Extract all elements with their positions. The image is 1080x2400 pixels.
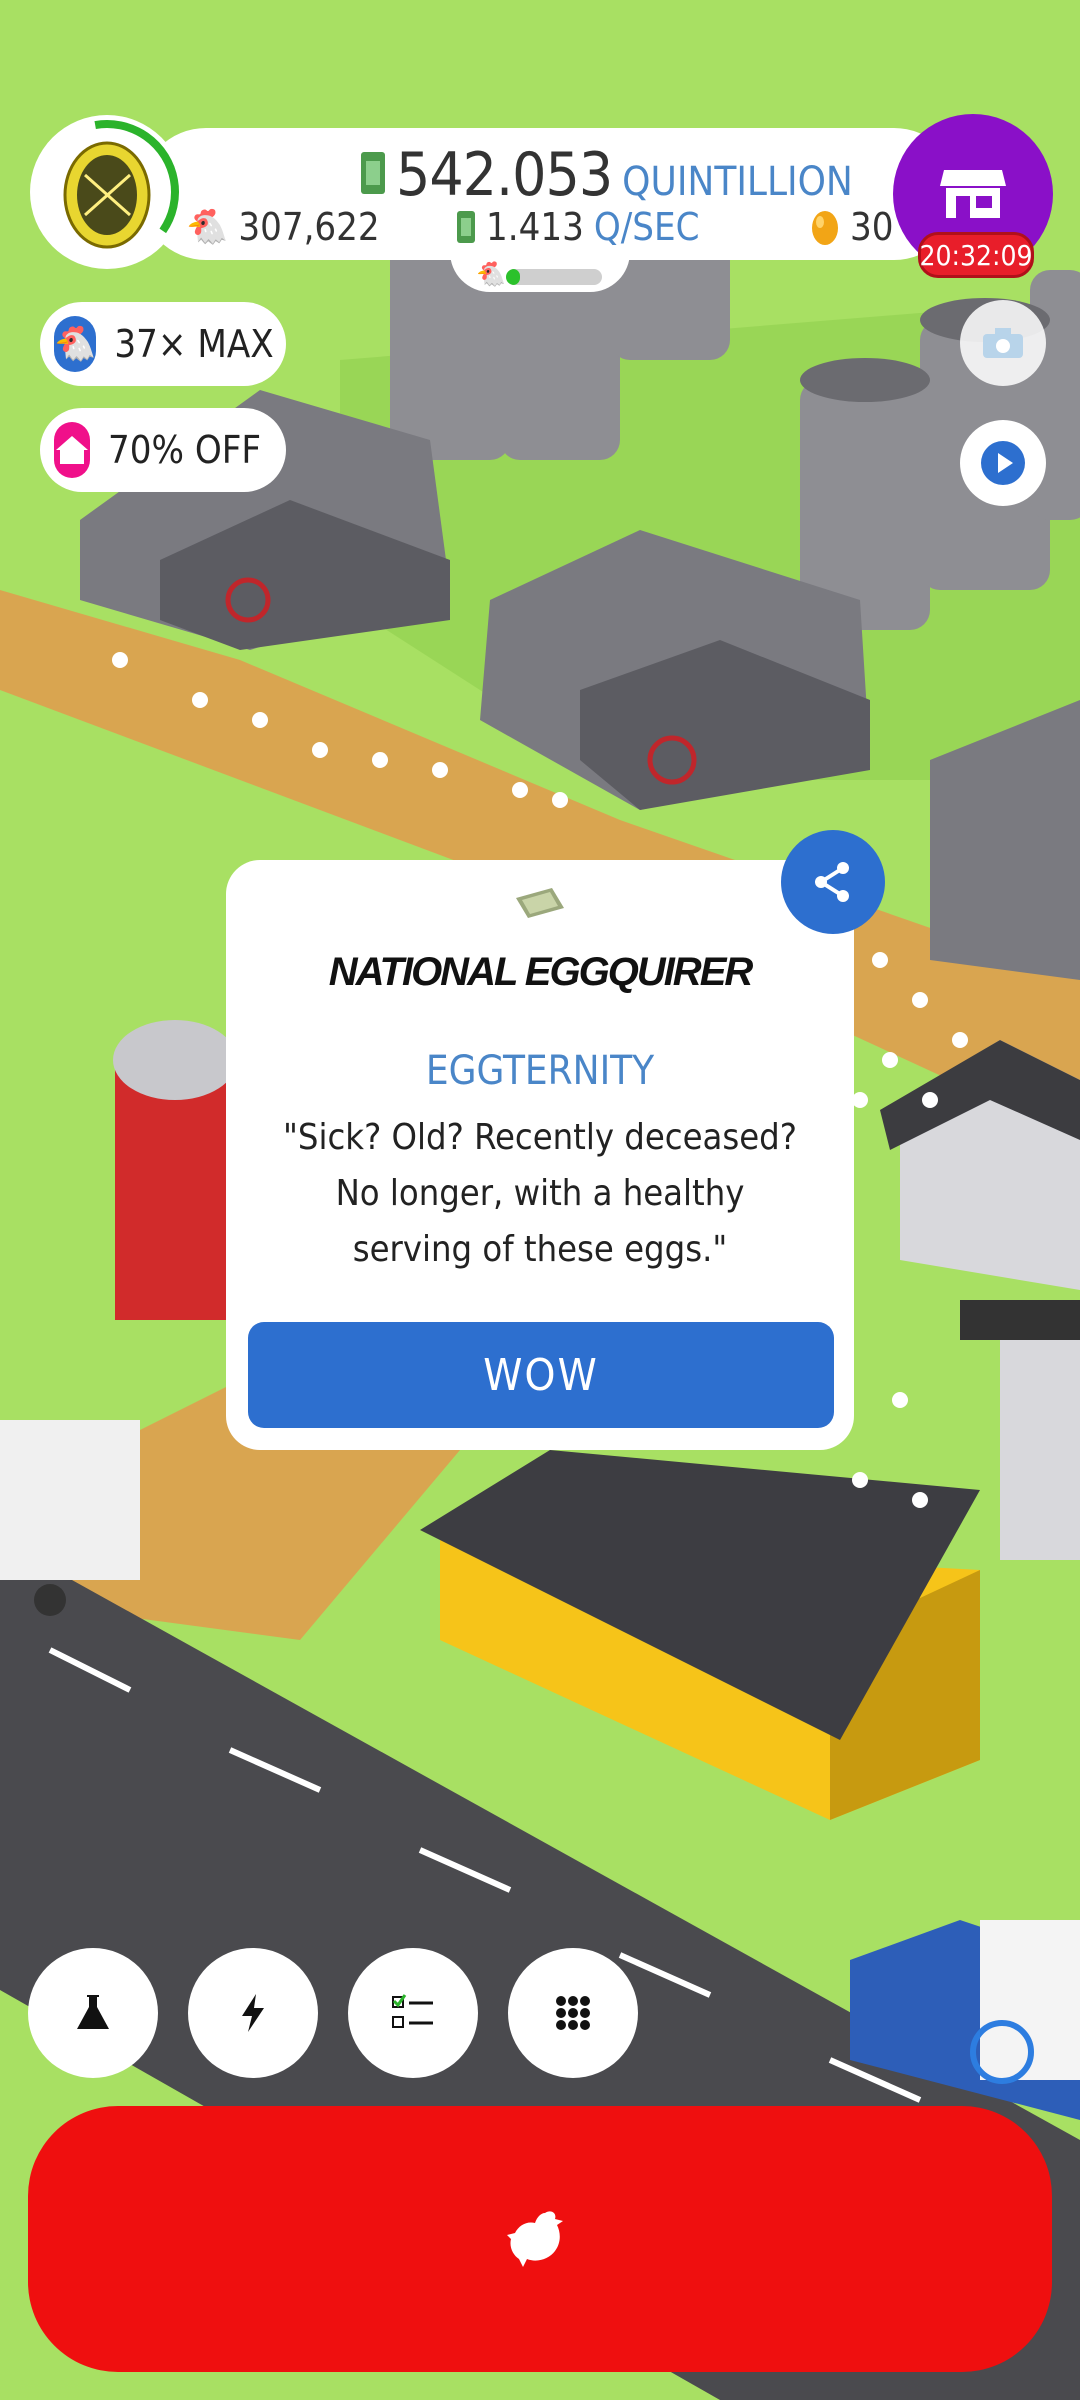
- chicken-count: 🐔 307,622: [186, 205, 380, 249]
- news-headline: EGGTERNITY: [425, 1048, 655, 1094]
- share-button[interactable]: [781, 830, 885, 934]
- checklist-icon: [392, 1994, 433, 2028]
- chicken-icon: 🐔: [54, 316, 97, 372]
- golden-egg-count: 30: [810, 205, 894, 249]
- news-masthead: NATIONAL EGGQUIRER: [328, 950, 754, 994]
- shop-timer: 20:32:09: [918, 232, 1034, 278]
- chicken-icon: [507, 2211, 563, 2267]
- income-rate: 1.413 Q/SEC: [456, 205, 699, 249]
- golden-egg-value: 30: [850, 205, 894, 249]
- video-ad-button[interactable]: [960, 420, 1046, 506]
- floating-ring-button[interactable]: [970, 2020, 1034, 2084]
- missions-button[interactable]: [348, 1948, 478, 2078]
- chicken-count-value: 307,622: [238, 205, 380, 249]
- camera-button[interactable]: [960, 300, 1046, 386]
- discount-label: 70% OFF: [108, 428, 262, 472]
- menu-button[interactable]: [508, 1948, 638, 2078]
- habitat-capacity-fill: [506, 269, 521, 285]
- income-rate-value: 1.413: [486, 205, 584, 249]
- boost-button[interactable]: [188, 1948, 318, 2078]
- wow-button[interactable]: WOW: [248, 1322, 834, 1428]
- discount-pill[interactable]: 70% OFF: [40, 408, 286, 492]
- news-dialog: NATIONAL EGGQUIRER EGGTERNITY "Sick? Old…: [226, 860, 854, 1450]
- golden-egg-icon: [812, 211, 838, 245]
- news-body: "Sick? Old? Recently deceased? No longer…: [283, 1117, 797, 1270]
- cash-amount: 542.053: [396, 140, 613, 210]
- income-rate-unit: Q/SEC: [593, 205, 700, 249]
- hatch-boost-pill[interactable]: 🐔 37× MAX: [40, 302, 286, 386]
- newspaper-icon: [516, 888, 564, 918]
- lightning-icon: [242, 1994, 264, 2032]
- habitat-capacity-bar: [506, 269, 602, 285]
- current-egg-button[interactable]: [30, 115, 184, 269]
- grid-menu-icon: [556, 1996, 590, 2030]
- cash-unit: QUINTILLION: [622, 159, 853, 205]
- flask-icon: [77, 1995, 109, 2029]
- cash-icon: [457, 211, 475, 243]
- home-icon: [54, 422, 90, 478]
- research-button[interactable]: [28, 1948, 158, 2078]
- hatch-boost-label: 37× MAX: [114, 322, 274, 366]
- cash-display: 542.053 QUINTILLION: [360, 140, 853, 210]
- hatch-chicken-button[interactable]: [28, 2106, 1052, 2372]
- share-icon: [815, 862, 849, 902]
- camera-icon: [983, 328, 1023, 358]
- habitat-chicken-icon: 🐔: [476, 260, 506, 288]
- play-video-icon: [981, 441, 1025, 485]
- progress-ring-icon: [35, 120, 179, 264]
- cash-icon: [361, 152, 385, 194]
- shop-icon: [940, 170, 1006, 218]
- chicken-icon: 🐔: [186, 207, 229, 247]
